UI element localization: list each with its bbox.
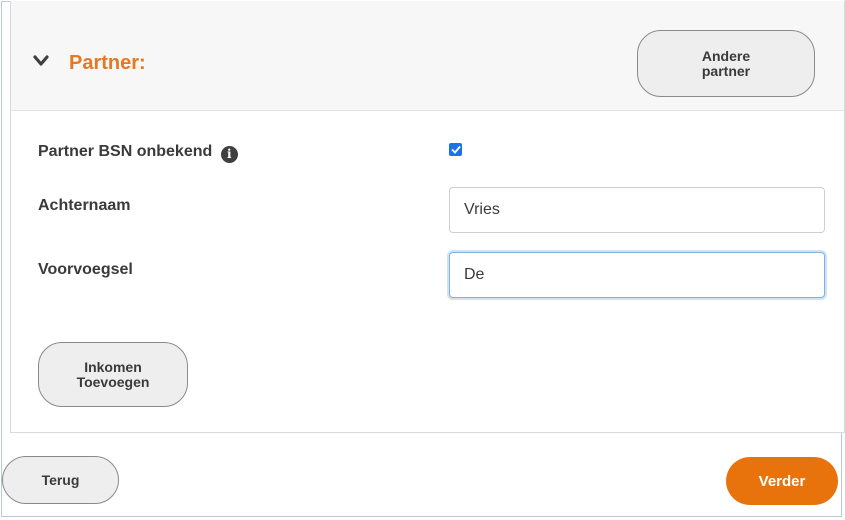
panel-title: Partner:: [69, 52, 146, 74]
achternaam-label: Achternaam: [38, 197, 131, 214]
andere-partner-button[interactable]: Andere partner: [637, 30, 815, 97]
back-button[interactable]: Terug: [2, 456, 119, 504]
voorvoegsel-input[interactable]: [449, 252, 825, 298]
voorvoegsel-label: Voorvoegsel: [38, 261, 133, 278]
bsn-unknown-label-row: Partner BSN onbekend i: [38, 143, 238, 163]
bsn-unknown-checkbox[interactable]: [449, 143, 462, 156]
checkmark-icon: [450, 145, 461, 154]
chevron-down-icon[interactable]: [33, 55, 49, 67]
info-icon[interactable]: i: [220, 146, 238, 163]
inkomen-toevoegen-button[interactable]: Inkomen Toevoegen: [38, 342, 188, 407]
achternaam-input[interactable]: [449, 187, 825, 233]
bsn-unknown-label: Partner BSN onbekend: [38, 143, 213, 160]
partner-panel-header[interactable]: Partner: Andere partner: [11, 1, 844, 111]
next-button[interactable]: Verder: [726, 457, 838, 505]
partner-panel: Partner: Andere partner Partner BSN onbe…: [10, 1, 845, 433]
